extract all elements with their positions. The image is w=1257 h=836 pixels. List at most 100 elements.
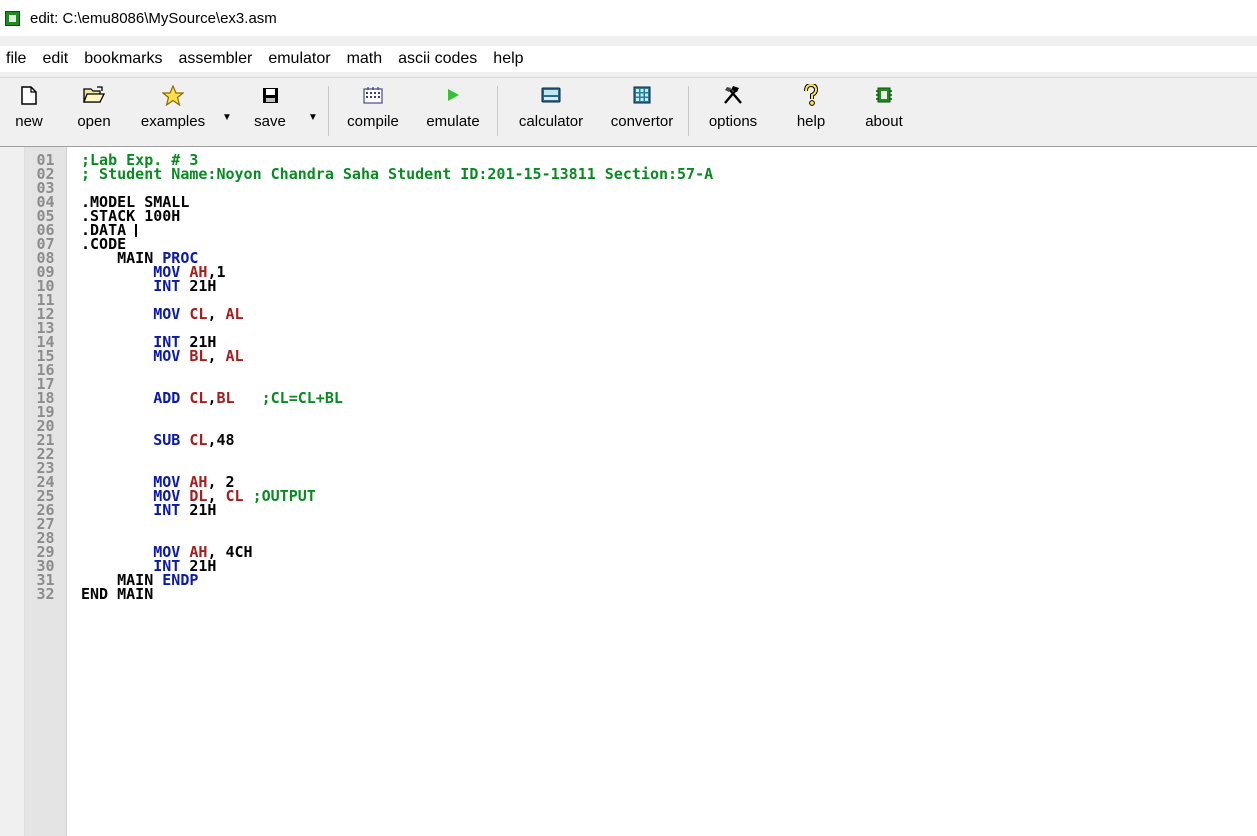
- code-token-register: AL: [225, 305, 244, 323]
- code-line[interactable]: MAIN PROC: [81, 251, 1257, 266]
- menu-help[interactable]: help: [485, 46, 531, 72]
- code-line[interactable]: MOV AH, 4CH: [81, 545, 1257, 560]
- code-line[interactable]: [81, 293, 1257, 307]
- examples-dropdown[interactable]: ▼: [216, 78, 238, 144]
- editor-left-margin: [0, 147, 25, 836]
- code-token-register: CL: [225, 487, 244, 505]
- code-line[interactable]: MOV BL, AL: [81, 347, 1257, 365]
- menu-edit[interactable]: edit: [34, 46, 76, 72]
- help-question-icon: [800, 84, 822, 106]
- code-line[interactable]: .MODEL SMALL: [81, 195, 1257, 210]
- code-line[interactable]: [81, 419, 1257, 433]
- code-token-plain: END MAIN: [81, 585, 154, 603]
- about-button[interactable]: about: [849, 78, 919, 144]
- chip-icon: [873, 84, 895, 106]
- convertor-icon: [631, 84, 653, 106]
- code-line[interactable]: MOV CL, AL: [81, 305, 1257, 323]
- menu-math[interactable]: math: [339, 46, 391, 72]
- calculator-icon: [540, 84, 562, 106]
- options-label: options: [708, 113, 758, 130]
- code-line[interactable]: MAIN ENDP: [81, 573, 1257, 588]
- code-line[interactable]: END MAIN: [81, 585, 1257, 603]
- code-line[interactable]: INT 21H: [81, 501, 1257, 519]
- code-line[interactable]: [81, 405, 1257, 419]
- code-token-comment: ;CL=CL+BL: [261, 389, 343, 407]
- floppy-disk-icon: [259, 84, 281, 106]
- code-token-plain: ,: [207, 305, 226, 323]
- text-cursor: [135, 224, 138, 237]
- code-token-plain: 21H: [189, 277, 217, 295]
- menu-ascii-codes[interactable]: ascii codes: [390, 46, 485, 72]
- compile-label: compile: [347, 113, 399, 130]
- code-line[interactable]: [81, 461, 1257, 475]
- line-number-gutter: 01 02 03 04 05 06 07 08 09 10 11 12 13 14 15 16 17 18 19 20…: [25, 147, 67, 836]
- code-line[interactable]: [81, 517, 1257, 531]
- code-line[interactable]: [81, 321, 1257, 335]
- code-line[interactable]: [81, 531, 1257, 545]
- save-label: save: [254, 113, 286, 130]
- dropdown-arrow-icon: ▼: [308, 111, 318, 123]
- new-button[interactable]: new: [0, 78, 58, 144]
- dropdown-arrow-icon: ▼: [222, 111, 232, 123]
- code-editor[interactable]: 01 02 03 04 05 06 07 08 09 10 11 12 13 14 15 16 17 18 19 20…: [0, 146, 1257, 836]
- menu-bookmarks[interactable]: bookmarks: [76, 46, 170, 72]
- code-token-plain: ,48: [207, 431, 235, 449]
- options-button[interactable]: options: [693, 78, 773, 144]
- emulate-label: emulate: [426, 113, 480, 130]
- code-line[interactable]: [81, 363, 1257, 377]
- tools-icon: [722, 84, 744, 106]
- code-line[interactable]: INT 21H: [81, 335, 1257, 350]
- calculator-button[interactable]: calculator: [502, 78, 600, 144]
- examples-button[interactable]: examples: [130, 78, 216, 144]
- star-icon: [162, 84, 184, 106]
- menu-emulator[interactable]: emulator: [260, 46, 338, 72]
- title-bar: edit: C:\emu8086\MySource\ex3.asm: [0, 0, 1257, 36]
- help-button[interactable]: help: [773, 78, 849, 144]
- code-line[interactable]: SUB CL,48: [81, 431, 1257, 449]
- about-label: about: [865, 113, 903, 130]
- code-token-register: AL: [225, 347, 244, 365]
- compile-button[interactable]: compile: [333, 78, 413, 144]
- code-line[interactable]: ADD CL,BL ;CL=CL+BL: [81, 389, 1257, 407]
- open-button[interactable]: open: [58, 78, 130, 144]
- emulate-button[interactable]: emulate: [413, 78, 493, 144]
- play-icon: [442, 84, 464, 106]
- code-line[interactable]: MOV AH,1: [81, 265, 1257, 280]
- new-file-icon: [18, 84, 40, 106]
- code-line[interactable]: INT 21H: [81, 559, 1257, 574]
- code-line[interactable]: .CODE: [81, 237, 1257, 252]
- menu-bar: file edit bookmarks assembler emulator m…: [0, 46, 1257, 72]
- code-line[interactable]: MOV DL, CL ;OUTPUT: [81, 487, 1257, 505]
- menu-assembler[interactable]: assembler: [171, 46, 261, 72]
- toolbar-separator: [688, 86, 689, 136]
- save-button[interactable]: save: [238, 78, 302, 144]
- toolbar-separator: [328, 86, 329, 136]
- toolbar: new open examples ▼ save ▼ compile emula…: [0, 77, 1257, 144]
- code-token-plain: 21H: [189, 501, 217, 519]
- code-line[interactable]: .DATA: [81, 223, 1257, 238]
- code-line[interactable]: [81, 181, 1257, 195]
- code-line[interactable]: INT 21H: [81, 277, 1257, 295]
- code-token-register: BL: [189, 347, 208, 365]
- open-folder-icon: [83, 84, 105, 106]
- help-label: help: [796, 113, 826, 130]
- code-line[interactable]: ; Student Name:Noyon Chandra Saha Studen…: [81, 167, 1257, 182]
- save-dropdown[interactable]: ▼: [302, 78, 324, 144]
- code-line[interactable]: [81, 447, 1257, 461]
- code-token-register: CL: [189, 431, 208, 449]
- code-token-keyword: SUB: [153, 431, 190, 449]
- menu-file[interactable]: file: [0, 46, 34, 72]
- convertor-button[interactable]: convertor: [600, 78, 684, 144]
- line-number: 32: [36, 585, 55, 603]
- code-token-keyword: ADD: [153, 389, 190, 407]
- code-token-register: CL: [189, 305, 208, 323]
- code-line[interactable]: .STACK 100H: [81, 209, 1257, 224]
- code-area[interactable]: ;Lab Exp. # 3; Student Name:Noyon Chandr…: [67, 147, 1257, 836]
